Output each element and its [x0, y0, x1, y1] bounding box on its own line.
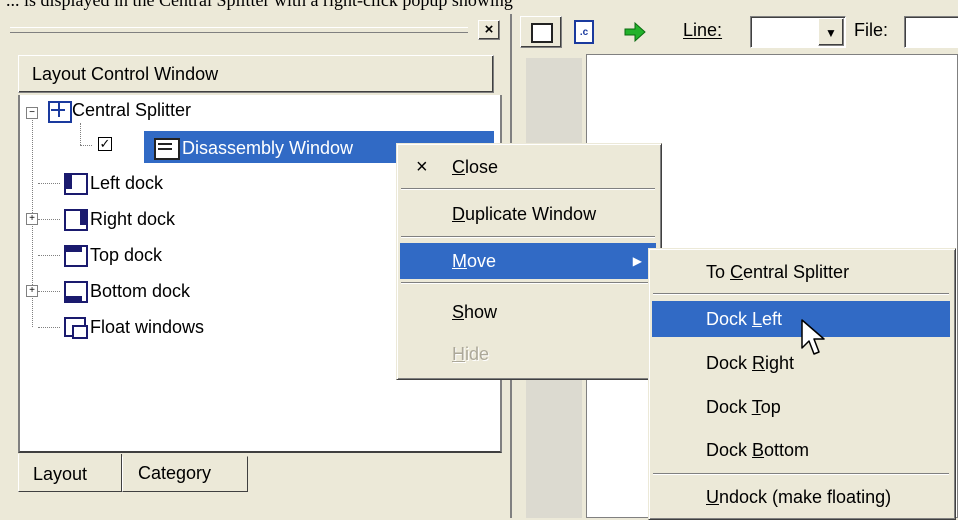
menu-item-move[interactable]: Move ▶	[400, 243, 656, 279]
tree-item-bottom-dock[interactable]: Bottom dock	[90, 276, 190, 306]
line-label: Line:	[683, 20, 723, 40]
disassembly-icon	[531, 23, 553, 43]
expand-right-dock[interactable]: +	[26, 213, 38, 225]
submenu-item-undock[interactable]: Undock (make floating)	[652, 479, 950, 515]
disassembly-toolbar-button[interactable]	[520, 16, 562, 48]
menu-item-close-label: Close	[452, 157, 499, 177]
left-dock-icon	[64, 173, 88, 195]
move-submenu: To Central Splitter Dock Left Dock Right…	[648, 248, 956, 520]
close-icon: ×	[416, 156, 428, 178]
file-combobox[interactable]	[904, 16, 958, 48]
context-menu: × Close Duplicate Window Move ▶ Show Hid…	[396, 143, 662, 380]
layout-control-header: Layout Control Window	[18, 55, 494, 93]
panel-close-button[interactable]: ×	[478, 20, 500, 40]
menu-item-move-label: Move	[452, 251, 497, 271]
menu-item-duplicate-label: Duplicate Window	[452, 204, 597, 224]
menu-item-duplicate-window[interactable]: Duplicate Window	[400, 196, 656, 232]
caption-text: ... is displayed in the Central Splitter…	[6, 0, 513, 10]
menu-item-close[interactable]: × Close	[400, 149, 656, 185]
disassembly-checkbox[interactable]: ✓	[98, 137, 112, 151]
tab-layout[interactable]: Layout	[18, 454, 122, 492]
expand-bottom-dock[interactable]: +	[26, 285, 38, 297]
float-windows-icon	[64, 317, 88, 339]
menu-item-hide-label: Hide	[452, 344, 490, 364]
tree-item-left-dock[interactable]: Left dock	[90, 168, 163, 198]
right-dock-icon	[64, 209, 88, 231]
splitter-icon	[48, 101, 72, 123]
submenu-item-dock-bottom[interactable]: Dock Bottom	[652, 432, 950, 468]
tree-item-central-splitter[interactable]: Central Splitter	[72, 95, 191, 125]
green-arrow-icon	[624, 21, 646, 43]
tree-item-float-windows[interactable]: Float windows	[90, 312, 204, 342]
submenu-item-dock-top[interactable]: Dock Top	[652, 389, 950, 425]
bottom-dock-icon	[64, 281, 88, 303]
panel-grip-line	[10, 32, 468, 33]
menu-item-hide: Hide	[400, 336, 656, 372]
source-file-button[interactable]: .c	[568, 16, 602, 48]
submenu-arrow-icon: ▶	[632, 254, 642, 268]
tree-item-right-dock[interactable]: Right dock	[90, 204, 175, 234]
chevron-down-icon[interactable]: ▼	[818, 18, 844, 46]
tree-item-disassembly-window[interactable]: Disassembly Window	[182, 133, 353, 163]
go-button[interactable]	[620, 16, 650, 48]
top-dock-icon	[64, 245, 88, 267]
c-file-icon: .c	[574, 20, 594, 44]
submenu-item-to-central-splitter[interactable]: To Central Splitter	[652, 254, 950, 290]
tab-category[interactable]: Category	[122, 456, 248, 492]
menu-item-show[interactable]: Show	[400, 294, 656, 330]
tree-item-top-dock[interactable]: Top dock	[90, 240, 162, 270]
file-label: File:	[854, 20, 889, 40]
collapse-central-splitter[interactable]: −	[26, 107, 38, 119]
disassembly-icon	[154, 138, 180, 160]
mouse-cursor-icon	[801, 319, 825, 355]
menu-item-show-label: Show	[452, 302, 498, 322]
